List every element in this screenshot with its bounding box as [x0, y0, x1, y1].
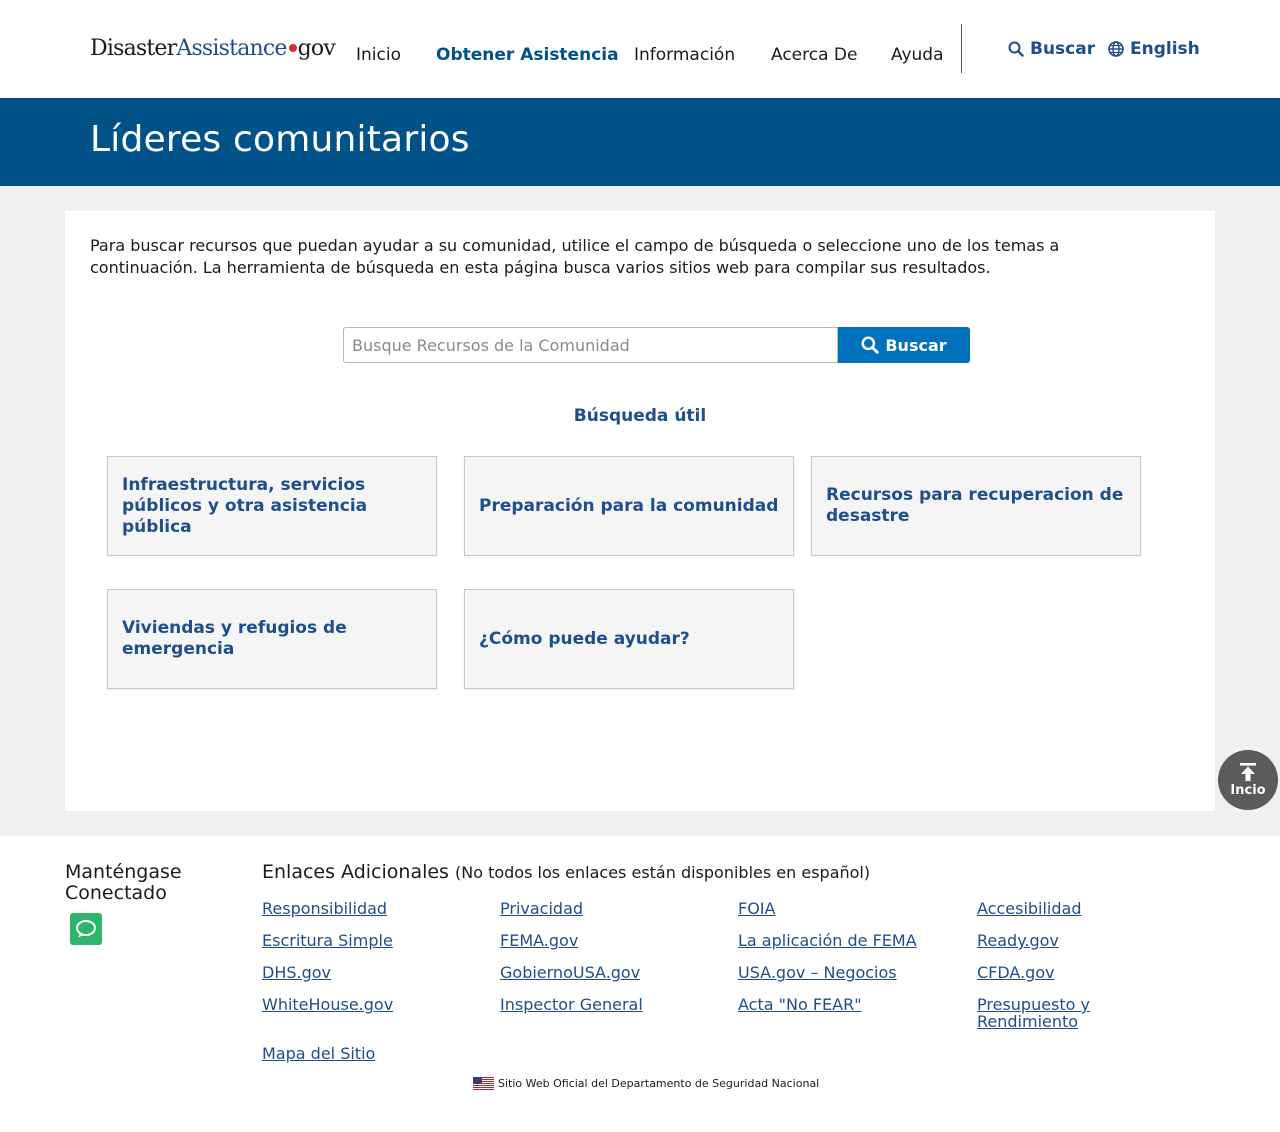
- language-toggle[interactable]: English: [1108, 39, 1200, 59]
- additional-links-heading: Enlaces Adicionales: [262, 861, 449, 883]
- chat-icon[interactable]: [70, 913, 102, 945]
- tile-como-ayudar[interactable]: ¿Cómo puede ayudar?: [464, 589, 794, 689]
- helpful-search-title: Búsqueda útil: [573, 406, 707, 426]
- globe-icon: [1108, 41, 1124, 57]
- footer-link-fema-gov[interactable]: FEMA.gov: [500, 932, 578, 949]
- tile-label: Viviendas y refugios de emergencia: [122, 618, 347, 659]
- logo-text-gov: gov: [297, 36, 336, 61]
- stay-connected-title: Manténgase Conectado: [65, 861, 182, 904]
- tile-preparacion[interactable]: Preparación para la comunidad: [464, 456, 794, 556]
- official-site-text: Sitio Web Oficial del Departamento de Se…: [498, 1077, 820, 1090]
- tile-label: ¿Cómo puede ayudar?: [479, 628, 690, 649]
- footer-link-foia[interactable]: FOIA: [738, 900, 775, 917]
- additional-links-title: Enlaces Adicionales (No todos los enlace…: [262, 861, 870, 883]
- arrow-up-to-bar-icon: [1240, 763, 1256, 781]
- tile-label: Recursos para recuperacion de desastre: [826, 485, 1124, 526]
- intro-text: Para buscar recursos que puedan ayudar a…: [90, 236, 1060, 277]
- back-to-top-button[interactable]: Incio: [1218, 750, 1278, 810]
- header-search-link[interactable]: Buscar: [1008, 39, 1095, 59]
- footer-link-gobiernousa-gov[interactable]: GobiernoUSA.gov: [500, 964, 640, 981]
- footer-link-responsibilidad[interactable]: Responsibilidad: [262, 900, 387, 917]
- footer-link-dhs-gov[interactable]: DHS.gov: [262, 964, 331, 981]
- tile-label: Infraestructura, servicios públicos y ot…: [122, 474, 368, 537]
- nav-informacion[interactable]: Información: [634, 45, 735, 65]
- nav-obtener-asistencia[interactable]: Obtener Asistencia: [436, 45, 619, 65]
- additional-links-note: (No todos los enlaces están disponibles …: [455, 863, 871, 882]
- search-button-label: Buscar: [885, 335, 947, 355]
- us-flag-icon: [473, 1077, 494, 1090]
- speech-bubble-icon: [76, 920, 96, 938]
- page-title: Líderes comunitarios: [90, 119, 470, 160]
- nav-acerca-de[interactable]: Acerca De: [771, 45, 857, 65]
- footer-link-ready-gov[interactable]: Ready.gov: [977, 932, 1059, 949]
- language-label: English: [1130, 39, 1200, 59]
- logo-text-assistance: Assistance: [176, 36, 287, 61]
- official-site-notice: Sitio Web Oficial del Departamento de Se…: [473, 1077, 819, 1090]
- nav-inicio[interactable]: Inicio: [356, 45, 401, 65]
- search-icon: [1008, 41, 1024, 57]
- footer-link-presupuesto[interactable]: Presupuesto y Rendimiento: [977, 996, 1127, 1030]
- footer-link-fema-app[interactable]: La aplicación de FEMA: [738, 932, 917, 949]
- footer-link-privacidad[interactable]: Privacidad: [500, 900, 583, 917]
- logo-text-disaster: Disaster: [90, 36, 177, 61]
- community-search-button[interactable]: Buscar: [838, 327, 970, 363]
- site-logo[interactable]: DisasterAssistance gov: [90, 36, 336, 61]
- logo-dot: [288, 44, 297, 52]
- community-search-input[interactable]: [343, 327, 838, 363]
- footer-link-cfda-gov[interactable]: CFDA.gov: [977, 964, 1055, 981]
- tile-recursos-recuperacion[interactable]: Recursos para recuperacion de desastre: [811, 456, 1141, 556]
- nav-ayuda[interactable]: Ayuda: [891, 45, 944, 65]
- site-header: DisasterAssistance gov Inicio Obtener Asi…: [0, 0, 1280, 98]
- footer-link-inspector-general[interactable]: Inspector General: [500, 996, 643, 1013]
- footer-link-usa-gov-negocios[interactable]: USA.gov – Negocios: [738, 964, 897, 981]
- back-to-top-label: Incio: [1230, 783, 1266, 798]
- page-banner: Líderes comunitarios: [0, 98, 1280, 186]
- nav-divider: [961, 24, 962, 73]
- tile-infraestructura[interactable]: Infraestructura, servicios públicos y ot…: [107, 456, 437, 556]
- header-search-label: Buscar: [1030, 39, 1096, 59]
- search-icon: [861, 336, 880, 354]
- footer-link-accesibilidad[interactable]: Accesibilidad: [977, 900, 1082, 917]
- footer-link-no-fear[interactable]: Acta "No FEAR": [738, 996, 862, 1013]
- tile-viviendas-refugios[interactable]: Viviendas y refugios de emergencia: [107, 589, 437, 689]
- footer-link-whitehouse-gov[interactable]: WhiteHouse.gov: [262, 996, 393, 1013]
- footer-link-mapa-sitio[interactable]: Mapa del Sitio: [262, 1045, 375, 1062]
- footer-link-escritura-simple[interactable]: Escritura Simple: [262, 932, 393, 949]
- tile-label: Preparación para la comunidad: [479, 495, 779, 516]
